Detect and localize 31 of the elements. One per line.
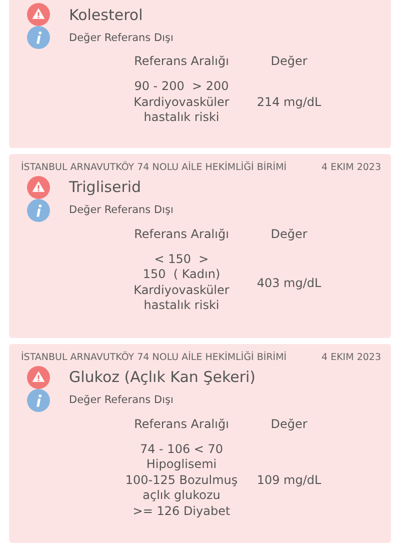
- warning-icon: [27, 176, 50, 198]
- column-header: Referans Aralığı: [133, 54, 230, 68]
- warning-icon: [27, 3, 50, 26]
- reference-range: < 150 > 150 ( Kadın) Kardiyovasküler hastalık riski: [132, 252, 230, 314]
- test-name: Kolesterol: [69, 6, 143, 24]
- reference-range: 90 - 200 > 200 Kardiyovasküler hastalık riski: [132, 79, 230, 126]
- test-name: Trigliserid: [69, 178, 142, 196]
- column-header: Referans Aralığı: [133, 226, 230, 240]
- result-card[interactable]: İSTANBUL ARNAVUTKÖY 74 NOLU AİLE HEKİMLİĞİ BİRİMİ 4 EKIM 2023 Trigliserid Değer Referans Dışı Referans Aralığı Değer < 150 > 150 ( Kadın) Kardiyovasküler hastalık riski 403 mg/dL: [9, 154, 391, 338]
- status-text: Değer Referans Dışı: [69, 394, 174, 406]
- result-value: 214 mg/dL: [256, 95, 322, 110]
- column-header: Değer: [270, 416, 308, 430]
- facility-name: İSTANBUL ARNAVUTKÖY 74 NOLU AİLE HEKİMLİĞİ BİRİMİ: [21, 352, 287, 362]
- column-header: Değer: [270, 54, 308, 68]
- info-icon: [27, 26, 50, 49]
- test-name: Glukoz (Açlık Kan Şekeri): [69, 368, 256, 386]
- info-icon: [27, 388, 50, 412]
- result-date: 4 EKIM 2023: [322, 352, 381, 362]
- result-value: 109 mg/dL: [256, 473, 322, 488]
- result-card[interactable]: [9, 344, 391, 543]
- column-header: Referans Aralığı: [133, 416, 230, 430]
- status-text: Değer Referans Dışı: [69, 204, 174, 216]
- status-text: Değer Referans Dışı: [69, 32, 174, 44]
- result-card[interactable]: Kolesterol Değer Referans Dışı Referans Aralığı Değer 90 - 200 > 200 Kardiyovasküler hastalık riski 214 mg/dL: [9, 0, 391, 148]
- warning-icon: [27, 366, 50, 388]
- facility-name: İSTANBUL ARNAVUTKÖY 74 NOLU AİLE HEKİMLİĞİ BİRİMİ: [21, 162, 287, 172]
- result-value: 403 mg/dL: [256, 276, 322, 290]
- result-date: 4 EKIM 2023: [322, 162, 381, 172]
- reference-range: 74 - 106 < 70 Hipoglisemi 100-125 Bozulmuş açlık glukozu >= 126 Diyabet: [124, 442, 239, 519]
- info-icon: [27, 198, 50, 222]
- column-header: Değer: [270, 226, 308, 240]
